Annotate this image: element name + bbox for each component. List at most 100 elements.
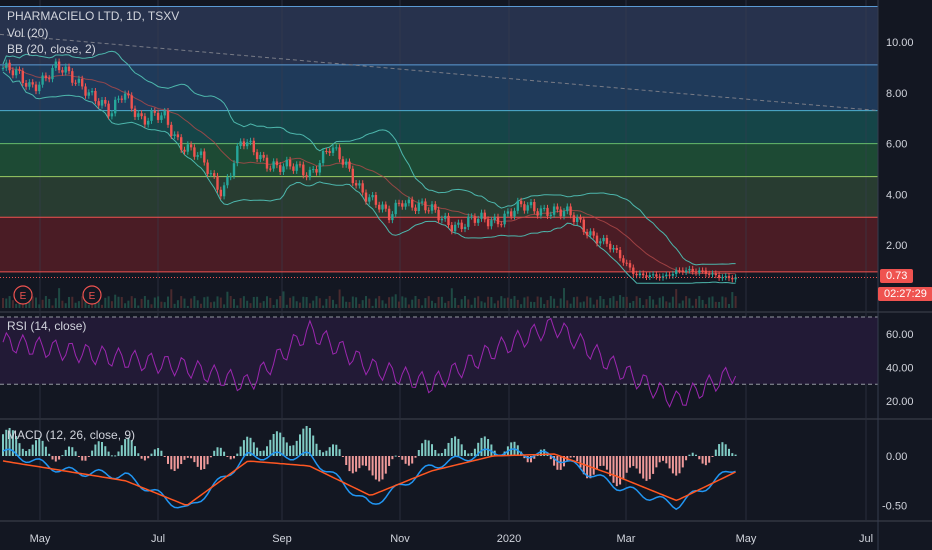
volume-bar [186,305,189,308]
volume-bar [497,300,499,308]
macd-histogram-bar [68,446,70,456]
candle [206,162,209,174]
macd-indicator-label[interactable]: MACD (12, 26, close, 9) [7,428,135,442]
macd-histogram-bar [388,456,391,466]
volume-bar [206,296,209,308]
candle [196,155,199,157]
candle [107,103,110,117]
volume-bar [645,299,648,308]
candle [424,201,427,211]
volume-bar [163,302,166,308]
candle [605,237,609,244]
volume-bar [381,300,384,308]
macd-histogram-bar [266,446,268,456]
rsi-indicator-label[interactable]: RSI (14, close) [7,319,86,333]
candle [595,235,599,244]
candle [559,209,562,217]
volume-bar [510,298,513,308]
volume-bar [586,296,589,308]
macd-histogram-bar [615,456,618,487]
macd-histogram-bar [596,456,598,470]
macd-histogram-bar [457,438,460,456]
volume-bar [523,297,526,308]
volume-indicator-label[interactable]: Vol (20) [7,26,48,40]
candle [566,206,569,212]
candle [222,185,226,197]
candle [460,222,463,230]
candle [140,113,143,117]
volume-bar [546,300,549,308]
candle [282,166,285,172]
bollinger-indicator-label[interactable]: BB (20, close, 2) [7,42,96,56]
volume-bar [487,296,490,308]
macd-histogram-bar [137,453,140,456]
candle [704,270,708,274]
volume-bar [233,298,235,308]
candle [11,70,15,76]
time-axis-tick: Mar [617,533,636,545]
volume-bar [361,300,364,308]
volume-bar [107,296,110,308]
volume-bar [203,297,206,308]
candle [681,270,684,272]
macd-histogram-bar [173,456,176,471]
candle [411,199,414,208]
macd-histogram-bar [203,456,206,470]
candle [731,278,734,280]
macd-histogram-bar [236,453,239,456]
candle [232,163,236,176]
volume-bar [434,303,437,308]
macd-axis-tick: 0.00 [886,451,907,463]
candle [183,149,186,152]
volume-bar [262,301,265,308]
volume-bar [120,297,123,308]
volume-bar [721,296,724,308]
volume-bar [642,305,645,308]
candle [503,213,506,225]
macd-histogram-bar [407,456,410,466]
volume-bar [629,302,631,308]
macd-histogram-bar [299,434,301,456]
volume-bar [493,303,496,308]
volume-bar [223,304,226,308]
volume-bar [526,296,529,308]
macd-histogram-bar [130,440,133,456]
candle [21,70,24,84]
volume-bar [655,304,658,308]
volume-bar [632,301,635,308]
volume-bar [374,298,377,308]
candle [618,250,622,259]
macd-histogram-bar [688,454,691,456]
volume-bar [675,289,678,308]
macd-histogram-bar [322,452,325,456]
macd-histogram-bar [200,456,202,470]
volume-bar [602,299,605,308]
volume-bar [450,288,453,308]
price-axis-tick: 8.00 [886,88,907,100]
macd-histogram-bar [447,442,450,456]
macd-histogram-bar [431,444,433,456]
macd-histogram-bar [97,441,100,456]
candle [450,225,453,232]
macd-histogram-bar [84,456,87,461]
macd-histogram-bar [599,456,602,466]
macd-histogram-bar [437,453,440,456]
candle [239,141,242,146]
macd-histogram-bar [58,456,61,460]
volume-bar [143,296,146,308]
macd-histogram-bar [411,456,414,464]
candle [434,204,437,210]
candle [252,140,255,153]
candle [166,111,170,125]
volume-bar [714,301,717,308]
macd-histogram-bar [285,442,288,456]
candle [315,169,318,173]
candle [510,211,513,217]
macd-histogram-bar [216,447,219,456]
macd-histogram-bar [242,440,245,456]
macd-histogram-bar [167,456,169,464]
volume-bar [539,297,542,308]
volume-bar [421,305,424,308]
candle [447,215,450,226]
chart-canvas[interactable]: E E 10.00 8.00 6.00 4.00 2.00 60.00 40.00 20.00 0.… [0,0,932,550]
